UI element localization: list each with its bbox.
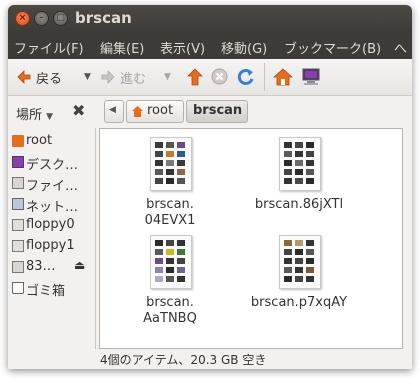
up-arrow-icon — [187, 68, 203, 86]
sidebar-item-trash[interactable]: ゴミ箱 — [12, 279, 96, 299]
floppy-icon — [12, 240, 24, 252]
file-item[interactable]: brscan. 04EVX1 — [115, 137, 225, 233]
toolbar: 戻る ▼ 進む ▼ — [8, 59, 412, 96]
file-item[interactable]: brscan.86jXTl — [240, 137, 350, 233]
floppy-icon — [12, 219, 24, 231]
file-name: brscan. 04EVX1 — [144, 197, 196, 228]
maximize-window-button[interactable]: □ — [53, 11, 68, 26]
places-caret-icon: ▼ — [46, 112, 54, 122]
menu-go[interactable]: 移動(G) — [221, 38, 267, 57]
path-bar: 場所 ▼ ✖ ◀ root brscan — [8, 96, 412, 128]
file-item[interactable]: brscan.p7xqAY — [240, 235, 350, 331]
sidebar-item-network[interactable]: ネット… — [12, 195, 96, 215]
file-item[interactable]: brscan. AaTNBQ — [115, 235, 225, 331]
desktop-icon — [12, 156, 24, 168]
home-icon — [273, 68, 293, 86]
sidebar-item-label: 83… — [26, 259, 56, 274]
sidebar-item-label: floppy1 — [26, 238, 75, 253]
drive-icon — [12, 261, 24, 273]
forward-label: 進む — [120, 72, 147, 87]
close-icon: × — [18, 13, 27, 23]
file-thumbnail — [150, 235, 192, 289]
sidebar: root デスク… ファイ… ネット… floppy0 floppy1 83… … — [8, 128, 96, 349]
left-triangle-icon: ◀ — [109, 105, 116, 115]
home-folder-icon — [132, 106, 143, 117]
path-left-arrow-button[interactable]: ◀ — [104, 100, 124, 123]
sidebar-item-root[interactable]: root — [12, 132, 96, 152]
sidebar-item-label: root — [26, 133, 53, 148]
menu-view[interactable]: 表示(V) — [160, 38, 205, 57]
file-thumbnail — [279, 137, 321, 191]
eject-icon[interactable]: ⏏ — [74, 258, 85, 272]
sidebar-item-volume[interactable]: 83… ⏏ — [12, 258, 96, 278]
menu-bar: ファイル(F) 編集(E) 表示(V) 移動(G) ブックマーク(B) へ — [8, 33, 412, 59]
reload-button[interactable] — [234, 65, 256, 89]
menu-file[interactable]: ファイル(F) — [14, 38, 84, 57]
status-text: 4個のアイテム、20.3 GB 空き — [100, 353, 267, 367]
back-button[interactable]: 戻る ▼ — [14, 65, 94, 89]
sidebar-item-label: デスク… — [26, 158, 79, 173]
breadcrumb-brscan-label: brscan — [193, 103, 243, 118]
drive-icon — [12, 177, 24, 189]
forward-history-caret-icon[interactable]: ▼ — [164, 72, 171, 82]
sidebar-item-label: ゴミ箱 — [26, 284, 66, 299]
home-folder-icon — [12, 135, 24, 147]
file-name: brscan.p7xqAY — [250, 295, 348, 310]
back-history-caret-icon[interactable]: ▼ — [84, 72, 91, 82]
scrollbar[interactable] — [403, 128, 412, 349]
breadcrumb-brscan[interactable]: brscan — [186, 100, 248, 123]
forward-arrow-icon — [101, 70, 115, 84]
close-window-button[interactable]: × — [15, 11, 30, 26]
toolbar-separator — [264, 63, 265, 91]
sidebar-item-filesystem[interactable]: ファイ… — [12, 174, 96, 194]
sidebar-item-label: ネット… — [26, 200, 79, 215]
file-name: brscan.86jXTl — [254, 197, 344, 212]
minimize-icon: – — [39, 13, 44, 23]
breadcrumb-root-label: root — [147, 103, 174, 118]
sidebar-item-floppy1[interactable]: floppy1 — [12, 237, 96, 257]
network-icon — [12, 198, 24, 210]
status-bar: 4個のアイテム、20.3 GB 空き — [8, 349, 412, 369]
places-label: 場所 — [16, 108, 43, 123]
reload-icon — [237, 68, 254, 85]
file-name: brscan. AaTNBQ — [143, 295, 197, 326]
places-dropdown[interactable]: 場所 ▼ — [16, 104, 53, 123]
file-thumbnail — [279, 235, 321, 289]
title-bar[interactable]: × – □ brscan — [8, 5, 412, 33]
trash-icon — [12, 282, 24, 294]
window-title: brscan — [75, 9, 132, 27]
stop-icon — [211, 68, 228, 85]
up-button[interactable] — [184, 65, 206, 89]
sidebar-item-floppy0[interactable]: floppy0 — [12, 216, 96, 236]
menu-help[interactable]: へ — [394, 38, 407, 57]
home-button[interactable] — [271, 65, 295, 89]
computer-icon — [302, 68, 320, 85]
minimize-window-button[interactable]: – — [34, 11, 49, 26]
menu-bookmarks[interactable]: ブックマーク(B) — [284, 38, 381, 57]
stop-button[interactable] — [208, 65, 230, 89]
file-view[interactable]: brscan. 04EVX1 brscan.86jXTl brscan. AaT… — [99, 128, 403, 349]
maximize-icon: □ — [56, 13, 65, 23]
forward-button[interactable]: 進む ▼ — [98, 65, 176, 89]
sidebar-item-label: floppy0 — [26, 217, 75, 232]
computer-button[interactable] — [299, 65, 323, 89]
sidebar-item-label: ファイ… — [26, 179, 79, 194]
close-sidebar-icon[interactable]: ✖ — [72, 101, 85, 120]
breadcrumb-root[interactable]: root — [126, 100, 184, 123]
sidebar-item-desktop[interactable]: デスク… — [12, 153, 96, 173]
back-label: 戻る — [36, 72, 63, 87]
file-manager-window: × – □ brscan ファイル(F) 編集(E) 表示(V) 移動(G) ブ… — [8, 5, 412, 369]
menu-edit[interactable]: 編集(E) — [100, 38, 144, 57]
back-arrow-icon — [17, 70, 31, 84]
file-thumbnail — [150, 137, 192, 191]
